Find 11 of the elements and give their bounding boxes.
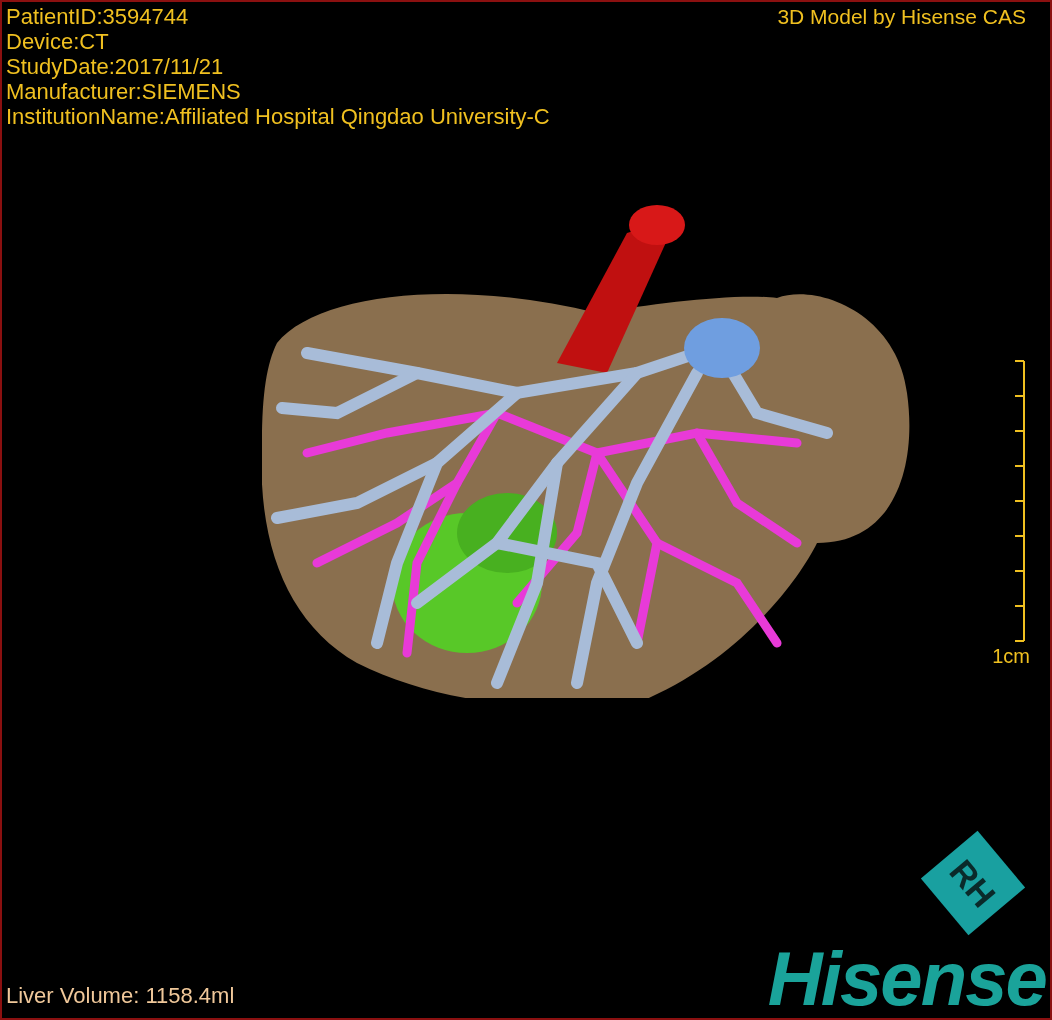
study-info-text: Device:CT	[6, 29, 110, 54]
study-info-text: PatientID:3594744	[6, 4, 190, 29]
scale-ruler-icon	[1012, 359, 1026, 642]
study-info-text: StudyDate:2017/11/21	[6, 54, 225, 79]
viewer-title: 3D Model by Hisense CAS	[777, 4, 1027, 30]
liver-volume-text: Liver Volume: 1158.4ml	[5, 982, 235, 1010]
study-info-text: InstitutionName:Affiliated Hospital Qingdao University-C	[6, 104, 550, 129]
scale-label: 1cm	[992, 645, 1030, 666]
study-info-text: Manufacturer:SIEMENS	[6, 79, 242, 104]
logo-mark: RH	[920, 830, 1026, 936]
logo-wordmark: Hisense	[767, 940, 1047, 1018]
